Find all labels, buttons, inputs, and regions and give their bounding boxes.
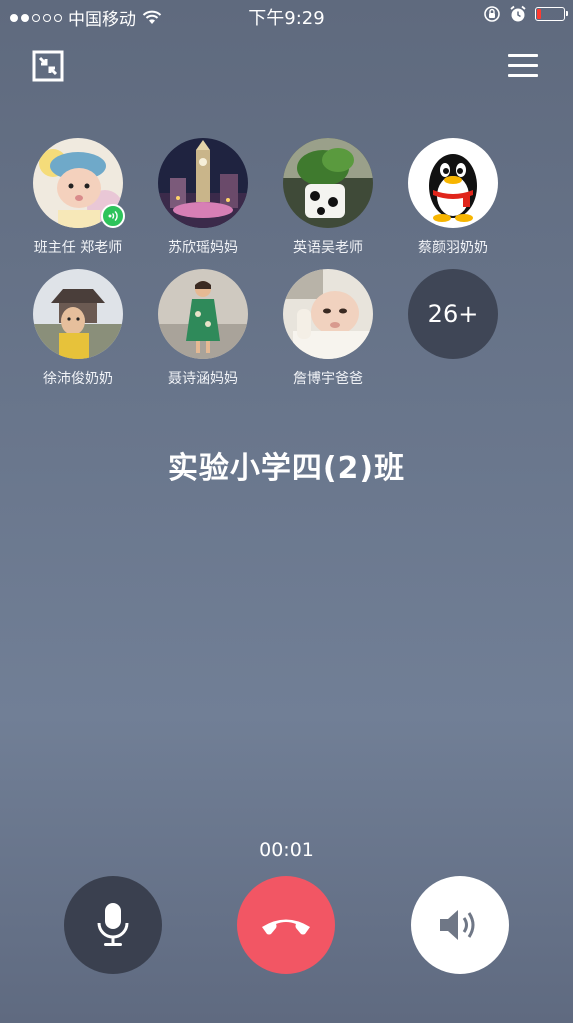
speaking-indicator [101,204,125,228]
sound-wave-icon [108,210,118,222]
member-7[interactable]: 詹博宇爸爸 [263,269,393,388]
member-name: 徐沛俊奶奶 [43,371,113,387]
rotation-lock-icon [484,6,500,22]
alarm-icon [510,5,526,22]
qq-penguin-icon [408,138,498,228]
microphone-icon [97,903,129,946]
avatar [283,138,373,228]
member-1[interactable]: 班主任 郑老师 [13,138,143,257]
more-members-button[interactable]: 26+ [388,269,518,359]
minimize-icon [32,50,64,82]
battery-icon [535,7,568,21]
speaker-button[interactable] [411,876,509,974]
member-name: 苏欣瑶妈妈 [168,240,238,256]
mute-button[interactable] [64,876,162,974]
member-2[interactable]: 苏欣瑶妈妈 [138,138,268,257]
member-name: 蔡颜羽奶奶 [418,240,488,256]
status-bar: 中国移动 下午9:29 [0,0,573,32]
minimize-button[interactable] [32,50,64,82]
member-name: 聂诗涵妈妈 [168,371,238,387]
hangup-button[interactable] [237,876,335,974]
hangup-icon [262,919,310,935]
avatar [158,269,248,359]
call-duration: 00:01 [259,839,314,861]
speaker-icon [440,910,475,940]
member-4[interactable]: 蔡颜羽奶奶 [388,138,518,257]
group-name: 实验小学四(2)班 [167,451,406,486]
avatar [33,269,123,359]
avatar [283,269,373,359]
member-6[interactable]: 聂诗涵妈妈 [138,269,268,388]
avatar [158,138,248,228]
avatar [408,138,498,228]
member-name: 詹博宇爸爸 [293,371,363,387]
member-5[interactable]: 徐沛俊奶奶 [13,269,143,388]
avatar [33,138,125,228]
menu-button[interactable] [508,54,538,78]
member-3[interactable]: 英语吴老师 [263,138,393,257]
more-members-count: 26+ [408,269,498,359]
menu-icon [508,54,538,57]
member-name: 班主任 郑老师 [33,240,123,256]
member-name: 英语吴老师 [293,240,363,256]
